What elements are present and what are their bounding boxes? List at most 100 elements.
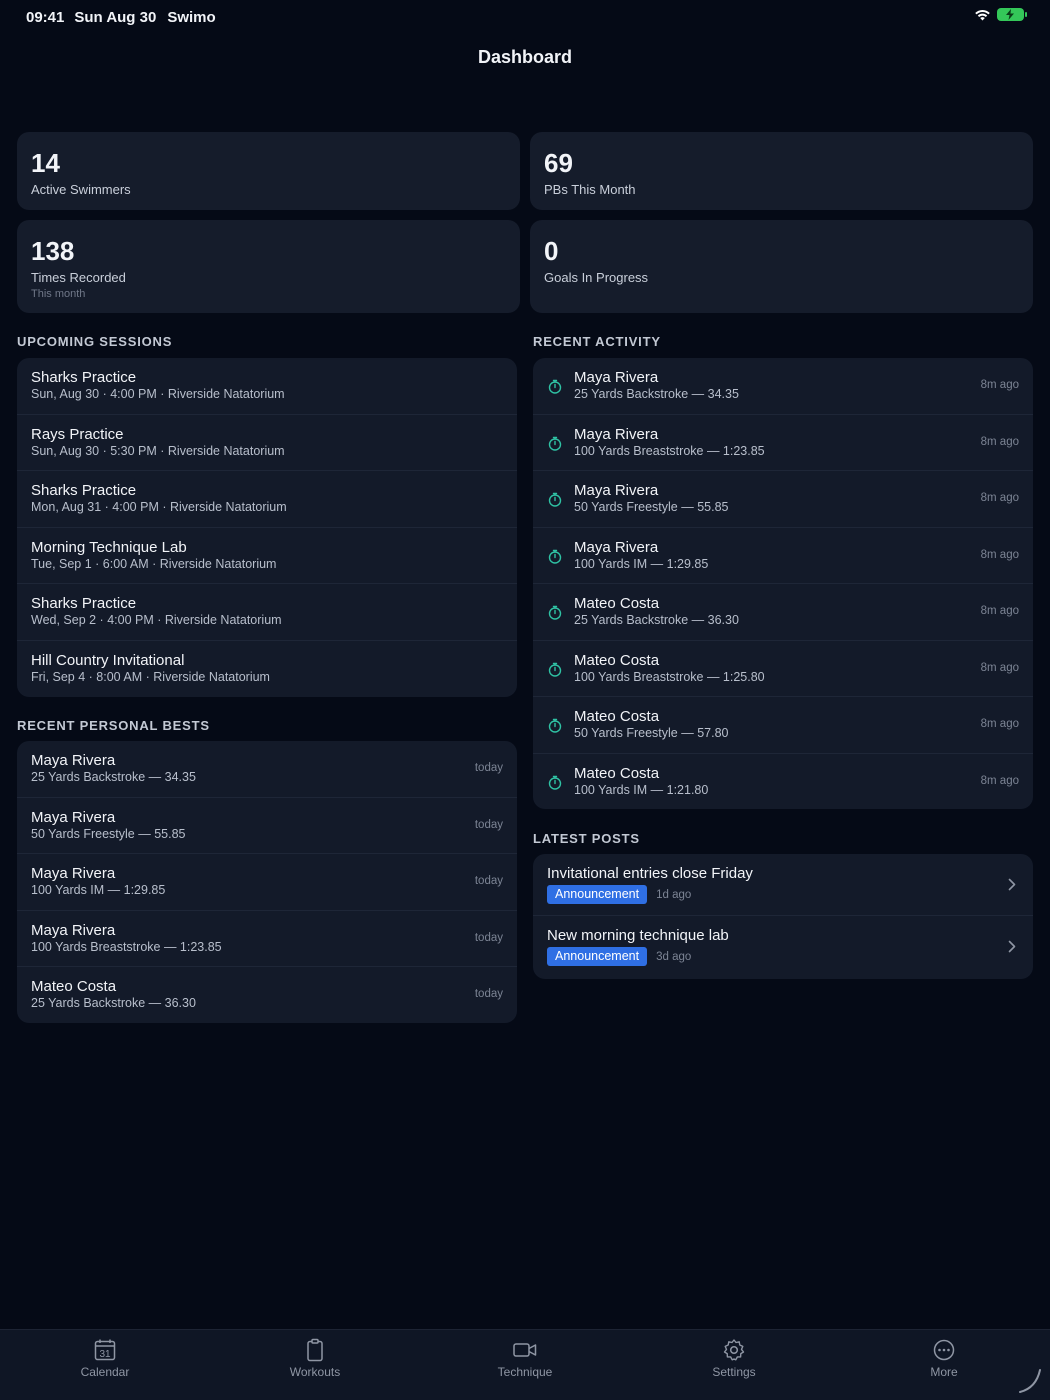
session-row[interactable]: Rays Practice Sun, Aug 30 · 5:30 PM · Ri… (17, 415, 517, 471)
swimmer-name: Maya Rivera (574, 482, 659, 499)
stat-sublabel: This month (31, 288, 86, 300)
activity-detail: 25 Yards Backstroke — 34.35 (574, 387, 739, 401)
stat-card-active-swimmers: 14 Active Swimmers (17, 132, 520, 210)
tab-technique[interactable]: Technique (475, 1338, 575, 1379)
pb-when: today (474, 988, 503, 1000)
stopwatch-icon (548, 379, 562, 394)
activity-row[interactable]: Mateo Costa 100 Yards IM — 1:21.80 8m ag… (533, 754, 1033, 810)
tab-more[interactable]: More (894, 1338, 994, 1379)
activity-detail: 50 Yards Freestyle — 57.80 (574, 726, 729, 740)
pb-when: today (474, 931, 503, 944)
section-title-upcoming-sessions: UPCOMING SESSIONS (17, 334, 173, 349)
session-detail: Sun, Aug 30 · 5:30 PM · Riverside Natato… (31, 443, 285, 458)
pb-when: today (474, 875, 503, 887)
post-title: New morning technique lab (547, 927, 729, 944)
stopwatch-icon (548, 549, 562, 564)
resize-handle-icon (1019, 1369, 1041, 1393)
post-time: 3d ago (656, 950, 692, 963)
stat-label: PBs This Month (544, 182, 636, 197)
activity-when: 8m ago (980, 435, 1019, 448)
stopwatch-icon (548, 436, 562, 451)
session-row[interactable]: Morning Technique Lab Tue, Sep 1 · 6:00 … (17, 528, 517, 584)
swimmer-name: Mateo Costa (574, 651, 660, 669)
page-title: Dashboard (477, 47, 573, 67)
tab-workouts[interactable]: Workouts (265, 1338, 365, 1379)
session-title: Sharks Practice (31, 369, 137, 386)
swimmer-name: Maya Rivera (574, 538, 659, 556)
session-detail: Wed, Sep 2 · 4:00 PM · Riverside Natator… (31, 613, 282, 627)
post-meta: Announcement 3d ago (547, 947, 1019, 966)
stat-label: Active Swimmers (31, 182, 131, 197)
activity-when: 8m ago (980, 379, 1019, 391)
swimmer-name: Maya Rivera (31, 808, 116, 826)
swimmer-name: Mateo Costa (31, 978, 117, 995)
stopwatch-icon (548, 775, 562, 790)
activity-detail: 100 Yards IM — 1:29.85 (574, 556, 709, 571)
activity-row[interactable]: Maya Rivera 50 Yards Freestyle — 55.85 8… (533, 471, 1033, 528)
session-row[interactable]: Sharks Practice Wed, Sep 2 · 4:00 PM · R… (17, 584, 517, 641)
latest-posts-list: Invitational entries close Friday Announ… (533, 854, 1033, 979)
activity-when: 8m ago (980, 548, 1019, 561)
tab-settings[interactable]: Settings (684, 1338, 784, 1379)
activity-detail: 100 Yards Breaststroke — 1:25.80 (574, 669, 765, 684)
post-title: Invitational entries close Friday (547, 865, 753, 882)
session-row[interactable]: Hill Country Invitational Fri, Sep 4 · 8… (17, 641, 517, 698)
more-icon (933, 1339, 955, 1361)
session-row[interactable]: Sharks Practice Mon, Aug 31 · 4:00 PM · … (17, 471, 517, 528)
pb-detail: 50 Yards Freestyle — 55.85 (31, 826, 186, 841)
stopwatch-icon (548, 492, 562, 507)
swimmer-name: Maya Rivera (574, 425, 659, 443)
tab-label: Settings (712, 1365, 756, 1379)
tab-label: Technique (497, 1365, 553, 1379)
session-detail: Tue, Sep 1 · 6:00 AM · Riverside Natator… (31, 556, 277, 571)
post-tag-badge: Announcement (547, 947, 648, 966)
post-tag-badge: Announcement (547, 885, 648, 904)
personal-best-row[interactable]: Mateo Costa 25 Yards Backstroke — 36.30 … (17, 967, 517, 1023)
tab-label: Calendar (80, 1365, 130, 1379)
session-title: Morning Technique Lab (31, 538, 187, 556)
pb-detail: 25 Yards Backstroke — 36.30 (31, 996, 196, 1010)
pb-detail: 100 Yards IM — 1:29.85 (31, 883, 166, 897)
stat-card-pbs-this-month: 69 PBs This Month (530, 132, 1033, 210)
post-row[interactable]: New morning technique lab Announcement 3… (533, 916, 1033, 978)
activity-row[interactable]: Mateo Costa 100 Yards Breaststroke — 1:2… (533, 641, 1033, 697)
status-date: Sun Aug 30 (74, 8, 157, 26)
activity-row[interactable]: Maya Rivera 100 Yards Breaststroke — 1:2… (533, 415, 1033, 471)
activity-when: 8m ago (980, 605, 1019, 617)
post-row[interactable]: Invitational entries close Friday Announ… (533, 854, 1033, 916)
swimmer-name: Maya Rivera (574, 369, 659, 386)
activity-row[interactable]: Mateo Costa 25 Yards Backstroke — 36.30 … (533, 584, 1033, 641)
activity-detail: 50 Yards Freestyle — 55.85 (574, 500, 729, 514)
swimmer-name: Maya Rivera (31, 752, 116, 769)
activity-row[interactable]: Maya Rivera 25 Yards Backstroke — 34.35 … (533, 358, 1033, 415)
session-title: Rays Practice (31, 425, 124, 443)
wifi-icon (975, 10, 990, 21)
status-bar: 09:41 Sun Aug 30 Swimo (0, 0, 1050, 34)
activity-detail: 25 Yards Backstroke — 36.30 (574, 613, 739, 627)
swimmer-name: Mateo Costa (574, 595, 660, 612)
chevron-right-icon (1008, 940, 1016, 953)
swimmer-name: Maya Rivera (31, 865, 116, 882)
personal-best-row[interactable]: Maya Rivera 25 Yards Backstroke — 34.35 … (17, 741, 517, 798)
swimmer-name: Mateo Costa (574, 708, 660, 725)
svg-text:31: 31 (99, 1349, 111, 1360)
section-title-recent-activity: RECENT ACTIVITY (533, 334, 661, 349)
session-detail: Mon, Aug 31 · 4:00 PM · Riverside Natato… (31, 500, 287, 514)
stat-card-goals-in-progress: 0 Goals In Progress (530, 220, 1033, 313)
tab-calendar[interactable]: 31 Calendar (55, 1338, 155, 1379)
stat-card-times-recorded: 138 Times Recorded This month (17, 220, 520, 313)
pb-detail: 25 Yards Backstroke — 34.35 (31, 770, 196, 784)
status-time: 09:41 (26, 8, 65, 26)
personal-best-row[interactable]: Maya Rivera 50 Yards Freestyle — 55.85 t… (17, 798, 517, 854)
activity-row[interactable]: Maya Rivera 100 Yards IM — 1:29.85 8m ag… (533, 528, 1033, 584)
session-title: Sharks Practice (31, 482, 137, 499)
upcoming-sessions-list: Sharks Practice Sun, Aug 30 · 4:00 PM · … (17, 358, 517, 697)
session-row[interactable]: Sharks Practice Sun, Aug 30 · 4:00 PM · … (17, 358, 517, 415)
activity-row[interactable]: Mateo Costa 50 Yards Freestyle — 57.80 8… (533, 697, 1033, 754)
pb-when: today (474, 762, 503, 774)
video-camera-icon (513, 1343, 537, 1357)
activity-when: 8m ago (980, 774, 1019, 787)
personal-best-row[interactable]: Maya Rivera 100 Yards Breaststroke — 1:2… (17, 911, 517, 967)
personal-best-row[interactable]: Maya Rivera 100 Yards IM — 1:29.85 today (17, 854, 517, 911)
status-icons (974, 8, 1027, 21)
